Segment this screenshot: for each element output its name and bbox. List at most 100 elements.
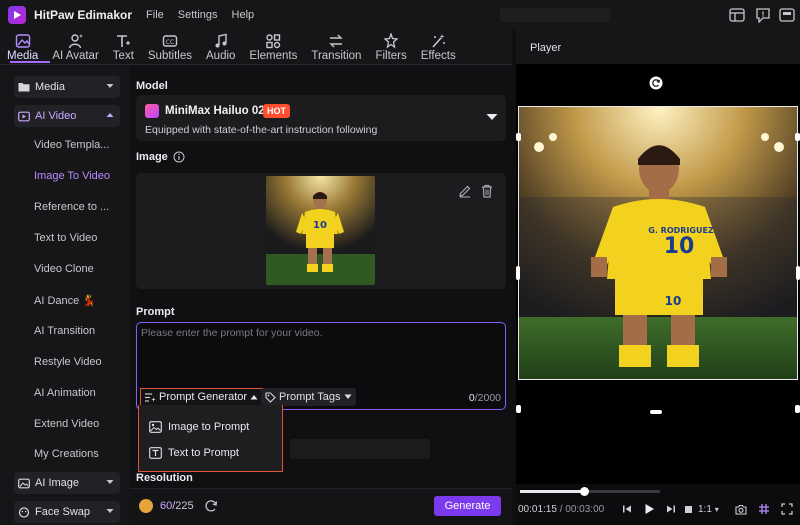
app-title: HitPaw Edimakor <box>34 8 133 22</box>
hidden-option-row[interactable] <box>290 439 430 459</box>
menu-help[interactable]: Help <box>232 9 255 21</box>
sidebar-group-media[interactable]: Media <box>14 76 120 98</box>
aspect-ratio-value: 1:1 <box>698 504 712 515</box>
fullscreen-icon[interactable] <box>780 502 794 516</box>
sidebar-item-extend-video[interactable]: Extend Video <box>34 418 99 430</box>
refresh-icon[interactable] <box>204 499 218 513</box>
resize-handle-left[interactable] <box>516 266 520 280</box>
timeline-progress <box>520 490 585 493</box>
feedback-icon[interactable] <box>754 6 772 24</box>
sidebar-item-ai-animation[interactable]: AI Animation <box>34 387 96 399</box>
image-upload-area[interactable]: 10 <box>136 173 506 289</box>
chevron-down-icon: ▾ <box>714 505 719 514</box>
rotate-icon[interactable] <box>649 76 663 90</box>
uploaded-image-thumbnail[interactable]: 10 <box>266 176 375 285</box>
tab-subtitles[interactable]: CC Subtitles <box>141 30 199 64</box>
ai-image-icon <box>18 478 30 488</box>
previous-frame-icon[interactable] <box>620 502 634 516</box>
stop-icon[interactable] <box>681 502 695 516</box>
folder-icon <box>18 83 30 92</box>
resize-handle-bottom-left[interactable] <box>516 405 521 413</box>
character-count-max: /2000 <box>474 392 501 404</box>
tab-filters-label: Filters <box>375 50 407 62</box>
snapshot-icon[interactable] <box>734 502 748 516</box>
model-name: MiniMax Hailuo 02 <box>165 105 265 117</box>
prompt-input[interactable] <box>141 327 501 381</box>
sidebar-group-ai-image[interactable]: AI Image <box>14 472 120 494</box>
next-frame-icon[interactable] <box>664 502 678 516</box>
player-title: Player <box>530 42 562 54</box>
menu-file[interactable]: File <box>146 9 164 21</box>
window-controls-icon[interactable] <box>778 6 796 24</box>
prompt-label: Prompt <box>136 306 175 318</box>
model-selector[interactable]: MiniMax Hailuo 02 HOT Equipped with stat… <box>136 95 506 141</box>
tag-icon <box>265 391 276 403</box>
player-panel: Player G. RODRIGUEZ 10 10 00:01:15 / 00:… <box>516 30 800 525</box>
svg-text:10: 10 <box>313 220 327 231</box>
edit-icon[interactable] <box>458 184 472 198</box>
prompt-tags-button[interactable]: Prompt Tags <box>261 388 356 406</box>
menu-item-text-to-prompt[interactable]: Text to Prompt <box>149 444 239 462</box>
generate-button[interactable]: Generate <box>434 496 501 516</box>
text-icon <box>117 35 131 47</box>
media-icon <box>15 34 30 48</box>
sidebar-item-reference-to-video[interactable]: Reference to ... <box>34 201 109 213</box>
resize-handle-bottom[interactable] <box>650 410 662 414</box>
model-label: Model <box>136 80 168 92</box>
sidebar-group-ai-image-label: AI Image <box>35 477 80 489</box>
tab-effects[interactable]: Effects <box>414 30 463 64</box>
sidebar-item-image-to-video[interactable]: Image To Video <box>34 170 110 182</box>
layout-icon[interactable] <box>728 6 746 24</box>
model-description: Equipped with state-of-the-art instructi… <box>145 124 378 136</box>
chevron-down-icon <box>106 509 114 513</box>
tab-ai-avatar[interactable]: AI Avatar <box>45 30 105 64</box>
sidebar-item-my-creations[interactable]: My Creations <box>34 448 99 460</box>
sidebar-item-video-templates[interactable]: Video Templa... <box>34 139 109 151</box>
tab-text[interactable]: Text <box>106 30 141 64</box>
menu-settings[interactable]: Settings <box>178 9 218 21</box>
chevron-down-icon[interactable] <box>486 112 498 122</box>
video-preview[interactable]: G. RODRIGUEZ 10 10 <box>518 106 798 380</box>
tab-filters[interactable]: Filters <box>368 30 413 64</box>
svg-text:10: 10 <box>665 294 682 308</box>
sidebar-item-restyle-video[interactable]: Restyle Video <box>34 356 102 368</box>
sidebar-group-face-swap[interactable]: Face Swap <box>14 501 120 523</box>
sidebar-item-video-clone[interactable]: Video Clone <box>34 263 94 275</box>
sidebar-group-ai-video-label: AI Video <box>35 110 77 122</box>
resize-handle-top-right[interactable] <box>795 133 800 141</box>
title-bar: HitPaw Edimakor File Settings Help <box>0 0 800 30</box>
sidebar-group-face-swap-label: Face Swap <box>35 506 91 518</box>
elements-icon <box>266 34 281 49</box>
image-to-video-panel: Model MiniMax Hailuo 02 HOT Equipped wit… <box>130 64 512 525</box>
tab-audio[interactable]: Audio <box>199 30 242 64</box>
info-icon[interactable] <box>173 151 185 163</box>
aspect-ratio-selector[interactable]: 1:1 ▾ <box>698 504 719 515</box>
sidebar-item-ai-transition[interactable]: AI Transition <box>34 325 95 337</box>
sidebar-item-text-to-video[interactable]: Text to Video <box>34 232 97 244</box>
trash-icon[interactable] <box>480 184 494 198</box>
timeline-scrubber[interactable] <box>520 487 660 496</box>
resize-handle-top-left[interactable] <box>516 133 521 141</box>
resize-handle-bottom-right[interactable] <box>795 405 800 413</box>
grid-icon[interactable] <box>757 502 771 516</box>
hot-badge: HOT <box>263 104 290 118</box>
tab-elements[interactable]: Elements <box>242 30 304 64</box>
play-icon[interactable] <box>642 502 656 516</box>
prompt-generator-label: Prompt Generator <box>159 391 248 403</box>
menu-item-text-to-prompt-label: Text to Prompt <box>168 447 239 459</box>
prompt-box: Prompt Generator Prompt Tags 0/2000 <box>136 322 506 410</box>
tab-media[interactable]: Media <box>0 30 45 64</box>
prompt-tags-label: Prompt Tags <box>279 391 341 403</box>
credits-total: /225 <box>172 500 194 512</box>
chevron-down-icon <box>106 84 114 88</box>
timeline-knob[interactable] <box>579 487 589 496</box>
tab-ai-avatar-label: AI Avatar <box>52 50 99 62</box>
tab-transition[interactable]: Transition <box>304 30 368 64</box>
menu-item-image-to-prompt[interactable]: Image to Prompt <box>149 418 249 436</box>
sidebar-item-ai-dance[interactable]: AI Dance 💃 <box>34 294 96 307</box>
resize-handle-right[interactable] <box>796 266 800 280</box>
sidebar-group-ai-video[interactable]: AI Video <box>14 105 120 127</box>
tab-text-label: Text <box>112 50 134 62</box>
title-search-box[interactable] <box>500 8 610 22</box>
effects-icon <box>432 34 446 48</box>
